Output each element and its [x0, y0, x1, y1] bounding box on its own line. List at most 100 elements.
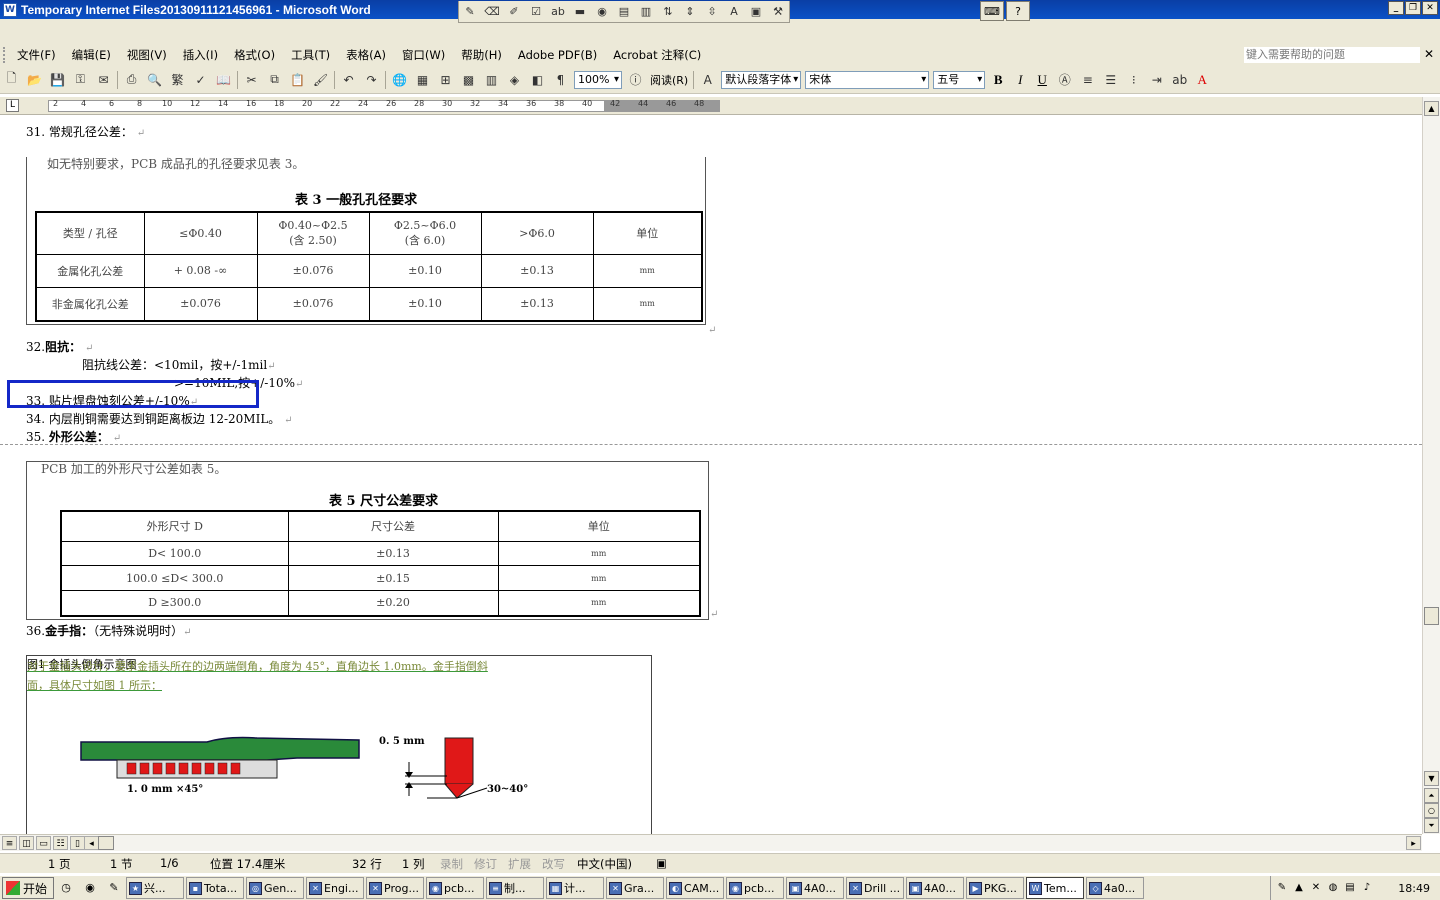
- outline-view-icon[interactable]: ☷: [53, 836, 68, 850]
- hscroll-thumb[interactable]: [98, 836, 114, 850]
- document-map-icon[interactable]: ◧: [526, 69, 549, 91]
- taskbar-item[interactable]: ▪ Tota...: [186, 877, 245, 899]
- style-select[interactable]: 默认段落字体: [721, 70, 802, 89]
- letter-a-icon[interactable]: A: [723, 1, 745, 21]
- help-search-input[interactable]: 键入需要帮助的问题: [1244, 47, 1420, 63]
- quicklaunch-notes-icon[interactable]: ✎: [104, 878, 124, 898]
- checkbox-icon[interactable]: ☑: [525, 1, 547, 21]
- help-icon[interactable]: ?: [1006, 1, 1030, 21]
- taskbar-item[interactable]: ✕ Engi...: [306, 877, 365, 899]
- scroll-right-icon[interactable]: ▸: [1406, 836, 1421, 850]
- menu-edit[interactable]: 编辑(E): [64, 47, 119, 63]
- quicklaunch-browser-icon[interactable]: ◉: [80, 878, 100, 898]
- print-preview-icon[interactable]: 🔍: [143, 69, 166, 91]
- scroll-up-icon[interactable]: ▲: [1424, 101, 1439, 116]
- insert-excel-icon[interactable]: ▩: [457, 69, 480, 91]
- paste-icon[interactable]: 📋: [286, 69, 309, 91]
- browse-object-icon[interactable]: ○: [1424, 803, 1439, 818]
- tray-volume-icon[interactable]: ♪: [1360, 881, 1374, 895]
- print-icon[interactable]: ⎙: [120, 69, 143, 91]
- image-icon[interactable]: ▣: [745, 1, 767, 21]
- menu-help[interactable]: 帮助(H): [453, 47, 510, 63]
- quicklaunch-clock-icon[interactable]: ◷: [56, 878, 76, 898]
- scroll-left-icon[interactable]: ◂: [84, 836, 99, 850]
- cut-icon[interactable]: ✂: [240, 69, 263, 91]
- tools-icon[interactable]: ⚒: [767, 1, 789, 21]
- prev-page-icon[interactable]: ⏶: [1424, 788, 1439, 803]
- spin-icon[interactable]: ⇕: [679, 1, 701, 21]
- label-icon[interactable]: ⇳: [701, 1, 723, 21]
- read-mode-button[interactable]: 阅读(R): [647, 72, 691, 88]
- menu-format[interactable]: 格式(O): [226, 47, 283, 63]
- start-button[interactable]: 开始: [2, 877, 55, 899]
- reading-view-icon[interactable]: ▯: [70, 836, 85, 850]
- menu-insert[interactable]: 插入(I): [175, 47, 226, 63]
- close-document-icon[interactable]: ✕: [1424, 47, 1434, 61]
- bullets-icon[interactable]: ⁝: [1122, 69, 1145, 91]
- underline-button[interactable]: U: [1031, 72, 1053, 88]
- spelling-icon[interactable]: ✓: [189, 69, 212, 91]
- tray-network-icon[interactable]: ▤: [1343, 881, 1357, 895]
- taskbar-item-active[interactable]: W Tem...: [1026, 877, 1085, 899]
- textfield-icon[interactable]: ab: [547, 1, 569, 21]
- status-ext[interactable]: 扩展: [508, 856, 531, 872]
- taskbar-item[interactable]: ≡ 制...: [486, 877, 545, 899]
- scroll-icon[interactable]: ⇅: [657, 1, 679, 21]
- traditional-chinese-icon[interactable]: 繁: [166, 69, 189, 91]
- web-view-icon[interactable]: ◫: [19, 836, 34, 850]
- hyperlink-icon[interactable]: 🌐: [388, 69, 411, 91]
- format-painter-icon[interactable]: 🖌: [309, 69, 332, 91]
- tab-selector-icon[interactable]: L: [6, 99, 19, 112]
- status-rec[interactable]: 录制: [440, 856, 463, 872]
- new-doc-icon[interactable]: 🗋: [0, 69, 23, 91]
- bold-button[interactable]: B: [987, 72, 1009, 88]
- taskbar-item[interactable]: ◐ CAM...: [666, 877, 725, 899]
- combobox-icon[interactable]: ▥: [635, 1, 657, 21]
- styles-formatting-icon[interactable]: A: [696, 69, 719, 91]
- email-icon[interactable]: ✉: [92, 69, 115, 91]
- menu-view[interactable]: 视图(V): [119, 47, 175, 63]
- normal-view-icon[interactable]: ≡: [2, 836, 17, 850]
- print-view-icon[interactable]: ▭: [36, 836, 51, 850]
- menu-tools[interactable]: 工具(T): [283, 47, 338, 63]
- tray-x-icon[interactable]: ✕: [1309, 881, 1323, 895]
- radio-icon[interactable]: ◉: [591, 1, 613, 21]
- minimize-button[interactable]: _: [1388, 1, 1404, 15]
- taskbar-item[interactable]: ▣ 4A0...: [906, 877, 965, 899]
- taskbar-item[interactable]: ✕ Prog...: [366, 877, 425, 899]
- taskbar-item[interactable]: ◇ 4a0...: [1086, 877, 1145, 899]
- research-icon[interactable]: 📖: [212, 69, 235, 91]
- font-size-select[interactable]: 五号: [933, 70, 986, 89]
- word-app-icon[interactable]: W: [3, 2, 17, 17]
- document-area[interactable]: 31. 常规孔径公差： ↵ 如无特别要求，PCB 成品孔的孔径要求见表 3。 表…: [0, 117, 1422, 834]
- help-circle-icon[interactable]: ⓘ: [624, 69, 647, 91]
- show-hide-icon[interactable]: ¶: [549, 69, 572, 91]
- clock[interactable]: 18:49: [1398, 882, 1430, 895]
- italic-button[interactable]: I: [1009, 72, 1031, 88]
- horizontal-scrollbar[interactable]: ≡ ◫ ▭ ☷ ▯ ◂ ▸: [0, 834, 1422, 851]
- taskbar-item[interactable]: ▣ 4A0...: [786, 877, 845, 899]
- spelling-status-icon[interactable]: ▣: [656, 856, 667, 870]
- eraser-icon[interactable]: ⌫: [481, 1, 503, 21]
- restore-button[interactable]: ❐: [1405, 1, 1421, 15]
- indent-icon[interactable]: ⇥: [1145, 69, 1168, 91]
- permission-icon[interactable]: ⚿: [69, 69, 92, 91]
- taskbar-item[interactable]: ◉ pcb...: [426, 877, 485, 899]
- taskbar-item[interactable]: ◉ pcb...: [726, 877, 785, 899]
- align-center-icon[interactable]: ≡: [1076, 69, 1099, 91]
- tables-borders-icon[interactable]: ▦: [411, 69, 434, 91]
- open-icon[interactable]: 📂: [23, 69, 46, 91]
- menu-window[interactable]: 窗口(W): [394, 47, 453, 63]
- numbering-icon[interactable]: ☰: [1099, 69, 1122, 91]
- char-border-icon[interactable]: Ⓐ: [1053, 69, 1076, 91]
- keyboard-icon[interactable]: ⌨: [980, 1, 1004, 21]
- zoom-select[interactable]: 100%: [574, 70, 622, 89]
- taskbar-item[interactable]: ◎ Gen...: [246, 877, 305, 899]
- pencil-icon[interactable]: ✐: [503, 1, 525, 21]
- save-icon[interactable]: 💾: [46, 69, 69, 91]
- taskbar-item[interactable]: ▦ 计...: [546, 877, 605, 899]
- copy-icon[interactable]: ⧉: [263, 69, 286, 91]
- drawing-icon[interactable]: ◈: [503, 69, 526, 91]
- insert-table-icon[interactable]: ⊞: [434, 69, 457, 91]
- taskbar-item[interactable]: ★ 兴...: [126, 877, 185, 899]
